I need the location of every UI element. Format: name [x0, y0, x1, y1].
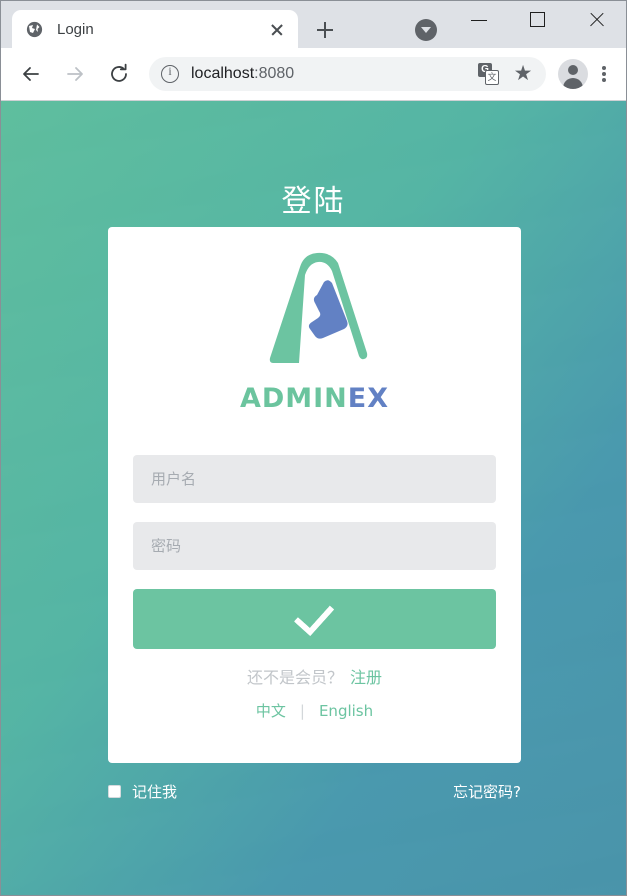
- language-separator: |: [299, 702, 305, 720]
- back-arrow-icon[interactable]: [14, 57, 48, 91]
- reload-icon[interactable]: [102, 57, 136, 91]
- forward-arrow-icon: [58, 57, 92, 91]
- url-host: localhost: [191, 65, 255, 82]
- url-port: :8080: [254, 65, 295, 82]
- remember-me-checkbox[interactable]: 记住我: [108, 781, 177, 802]
- page-viewport: 登陆 ADMINEX 还不是会员？注册 中文|Eng: [1, 101, 626, 895]
- checkmark-icon: [293, 594, 334, 637]
- tab-strip: Login: [1, 1, 626, 48]
- kebab-menu-icon[interactable]: [592, 59, 616, 89]
- signup-link[interactable]: 注册: [350, 668, 382, 687]
- new-tab-button[interactable]: [311, 16, 339, 44]
- language-english-link[interactable]: English: [319, 702, 373, 720]
- password-input[interactable]: [133, 522, 496, 570]
- login-submit-button[interactable]: [133, 589, 496, 649]
- page-title: 登陆: [281, 184, 346, 219]
- url-text: localhost:8080: [191, 65, 472, 83]
- window-controls: [452, 1, 626, 35]
- signup-prompt: 还不是会员？: [246, 668, 343, 687]
- globe-icon: [26, 21, 43, 38]
- window-close-button[interactable]: [568, 1, 626, 35]
- site-info-icon[interactable]: [161, 64, 179, 83]
- tab-title: Login: [57, 20, 94, 38]
- browser-toolbar: localhost:8080 G 文 ★: [1, 48, 626, 101]
- translate-doc-shape: 文: [485, 70, 499, 85]
- bookmark-star-icon[interactable]: ★: [510, 61, 536, 87]
- tab-search-icon[interactable]: [415, 19, 437, 41]
- translate-icon[interactable]: G 文: [476, 61, 502, 87]
- login-card: ADMINEX 还不是会员？ 注册 中文 | English: [108, 227, 521, 763]
- forgot-password-link[interactable]: 忘记密码?: [453, 781, 521, 802]
- wordmark-primary: ADMIN: [239, 383, 348, 414]
- wordmark-secondary: EX: [347, 383, 390, 414]
- brand-logo: ADMINEX: [108, 245, 521, 414]
- browser-window: Login loca: [0, 0, 627, 896]
- minimize-button[interactable]: [452, 1, 510, 35]
- brand-wordmark: ADMINEX: [240, 383, 389, 414]
- close-icon[interactable]: [266, 18, 288, 40]
- language-switcher: 中文 | English: [108, 700, 521, 721]
- signup-row: 还不是会员？ 注册: [108, 664, 521, 688]
- username-input[interactable]: [133, 455, 496, 503]
- maximize-button[interactable]: [510, 1, 568, 35]
- language-chinese-link[interactable]: 中文: [256, 702, 286, 720]
- adminex-logo-mark: [255, 245, 375, 375]
- browser-tab-login[interactable]: Login: [12, 10, 298, 48]
- remember-me-label: 记住我: [132, 783, 178, 801]
- login-options-row: 记住我 忘记密码?: [108, 781, 521, 802]
- address-bar[interactable]: localhost:8080 G 文 ★: [149, 57, 546, 91]
- checkbox-box[interactable]: [108, 785, 121, 798]
- profile-avatar-icon[interactable]: [558, 59, 588, 89]
